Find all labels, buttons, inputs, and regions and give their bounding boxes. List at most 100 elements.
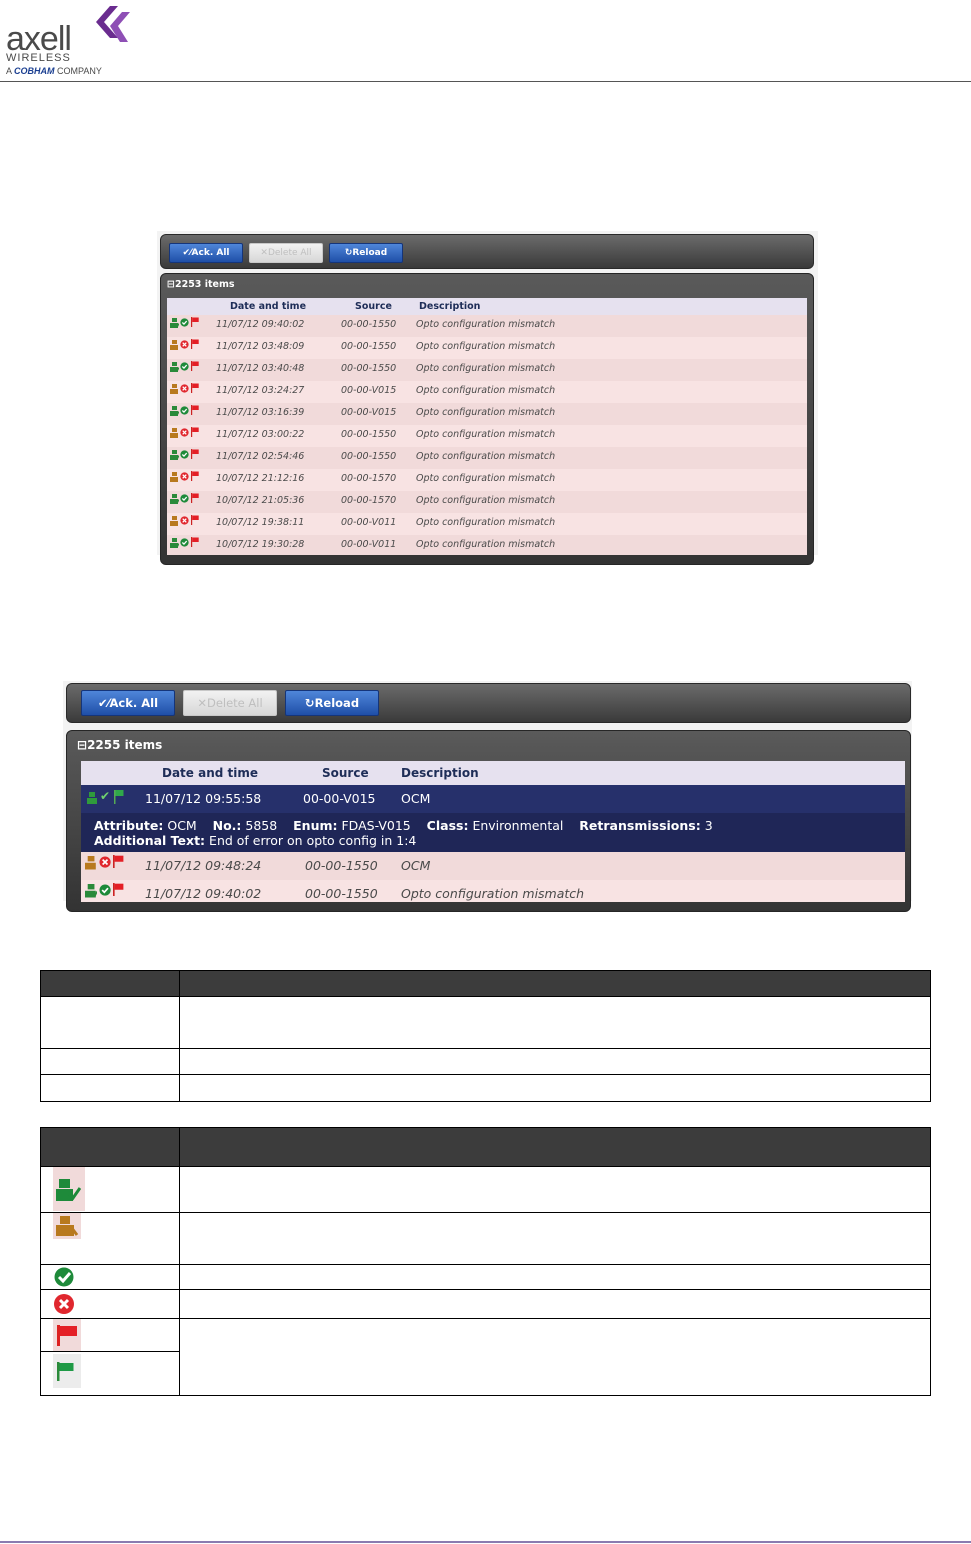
info-table-row [40, 1074, 931, 1102]
legend-icon-bg [53, 1319, 81, 1351]
icon-legend-table [40, 1127, 931, 1396]
check-circle-icon [54, 1267, 74, 1287]
alarm-panel-2: ⊟2255 items Date and time Source Descrip… [66, 730, 911, 912]
reload-button[interactable]: ↻Reload [329, 243, 403, 263]
row-date: 10/07/12 19:30:28 [216, 539, 305, 550]
col-date[interactable]: Date and time [230, 301, 306, 312]
ack-all-button-2[interactable]: ✔⁄Ack. All [81, 690, 175, 716]
alarm-rows-2: 11/07/12 09:48:24 00-00-1550 OCM 11/07/12 0… [81, 852, 905, 902]
x-circle-icon [180, 340, 189, 349]
ack-person-icon [170, 538, 179, 548]
col-source[interactable]: Source [355, 301, 392, 312]
check-circle-icon [180, 362, 189, 371]
row-description: Opto configuration mismatch [416, 451, 556, 462]
alarm-row[interactable]: 11/07/12 03:16:39 00-00-V015 Opto configur… [167, 403, 807, 425]
legend-icon-bg [53, 1167, 85, 1211]
unack-person-icon [170, 428, 178, 438]
ack-all-button[interactable]: ✔⁄Ack. All [169, 243, 243, 263]
ack-person-icon [87, 792, 97, 804]
row-date: 11/07/12 02:54:46 [216, 451, 305, 462]
row-description: Opto configuration mismatch [416, 429, 556, 440]
delete-all-button[interactable]: ✕Delete All [249, 243, 323, 263]
item-count-2: ⊟2255 items [77, 738, 163, 752]
check-icon: ✔ [100, 789, 111, 803]
selected-date: 11/07/12 09:55:58 [145, 791, 262, 806]
row-date: 11/07/12 09:48:24 [145, 858, 262, 873]
info-table [40, 970, 931, 1102]
ack-person-icon [170, 406, 179, 416]
check-circle-icon [180, 406, 189, 415]
row-source: 00-00-1550 [341, 429, 397, 440]
row-date: 11/07/12 03:40:48 [216, 363, 305, 374]
logo-subbrand: WIRELESS [6, 52, 71, 64]
red-flag-icon [191, 361, 199, 371]
alarm-row[interactable]: 11/07/12 03:40:48 00-00-1550 Opto configur… [167, 359, 807, 381]
info-table-header [40, 970, 931, 997]
col-description[interactable]: Description [419, 301, 480, 312]
page-header: axell WIRELESS A COBHAM COMPANY [0, 0, 971, 82]
check-circle-icon [180, 450, 189, 459]
green-flag-icon [57, 1362, 74, 1381]
alarm-row[interactable]: 11/07/12 03:24:27 00-00-V015 Opto configur… [167, 381, 807, 403]
red-flag-icon [191, 405, 199, 415]
ack-person-icon [170, 362, 179, 372]
row-source: 00-00-1550 [341, 363, 397, 374]
row-description: Opto configuration mismatch [416, 473, 556, 484]
ack-person-icon [170, 450, 179, 460]
red-flag-icon [113, 854, 124, 869]
info-header-cell-1 [40, 970, 180, 997]
red-flag-icon [57, 1325, 77, 1346]
selected-alarm-row[interactable]: ✔ 11/07/12 09:55:58 00-00-V015 OCM [81, 785, 905, 813]
alarm-rows: 11/07/12 09:40:02 00-00-1550 Opto configur… [167, 315, 807, 555]
alarm-row[interactable]: 11/07/12 09:40:02 00-00-1550 Opto configur… [81, 880, 905, 902]
unack-person-icon [56, 1216, 79, 1236]
unack-person-icon [170, 472, 178, 482]
info-table-row [40, 996, 931, 1049]
red-flag-icon [191, 383, 199, 393]
row-date: 10/07/12 19:38:11 [216, 517, 305, 528]
legend-icon-bg [53, 1213, 81, 1239]
row-date: 11/07/12 09:40:02 [145, 886, 262, 901]
alarm-panel: ⊟2253 items Date and time Source Descrip… [160, 273, 814, 565]
reload-button-2[interactable]: ↻Reload [285, 690, 379, 716]
col-description-2[interactable]: Description [401, 766, 479, 780]
legend-icon-bg [53, 1354, 81, 1388]
row-date: 11/07/12 03:48:09 [216, 341, 305, 352]
row-description: Opto configuration mismatch [416, 385, 556, 396]
red-flag-icon [191, 317, 199, 327]
column-header-row-2: Date and time Source Description [81, 761, 905, 785]
alarm-row[interactable]: 10/07/12 21:05:36 00-00-1570 Opto configur… [167, 491, 807, 513]
alarm-row[interactable]: 10/07/12 19:38:11 00-00-V011 Opto configur… [167, 513, 807, 535]
row-date: 11/07/12 03:16:39 [216, 407, 305, 418]
alarm-row[interactable]: 11/07/12 09:48:24 00-00-1550 OCM [81, 852, 905, 880]
alarm-row[interactable]: 10/07/12 21:12:16 00-00-1570 Opto configur… [167, 469, 807, 491]
col-date-2[interactable]: Date and time [162, 766, 258, 780]
red-flag-icon [191, 471, 199, 481]
row-source: 00-00-1550 [341, 319, 397, 330]
check-circle-icon [99, 884, 111, 896]
unack-person-icon [170, 516, 178, 526]
alarm-row[interactable]: 11/07/12 02:54:46 00-00-1550 Opto configur… [167, 447, 807, 469]
unack-person-icon [85, 856, 96, 870]
row-description: Opto configuration mismatch [416, 363, 556, 374]
alarm-row[interactable]: 11/07/12 03:00:22 00-00-1550 Opto configur… [167, 425, 807, 447]
legend-header-cell-2 [179, 1127, 931, 1167]
row-description: Opto configuration mismatch [416, 539, 556, 550]
legend-header-cell-1 [40, 1127, 180, 1167]
alarm-row[interactable]: 10/07/12 19:30:28 00-00-V011 Opto configur… [167, 535, 807, 555]
alarm-row[interactable]: 11/07/12 03:48:09 00-00-1550 Opto configur… [167, 337, 807, 359]
alarm-row[interactable]: 11/07/12 09:40:02 00-00-1550 Opto configur… [167, 315, 807, 337]
ack-person-icon [170, 494, 179, 504]
legend-row [40, 1264, 931, 1290]
row-date: 11/07/12 03:24:27 [216, 385, 305, 396]
col-source-2[interactable]: Source [322, 766, 369, 780]
row-description: OCM [401, 858, 431, 873]
x-circle-icon [180, 384, 189, 393]
row-source: 00-00-1550 [305, 858, 378, 873]
row-source: 00-00-1570 [341, 473, 397, 484]
ack-person-icon [56, 1179, 81, 1201]
logo-swoosh-icon [96, 6, 130, 42]
delete-all-button-2[interactable]: ✕Delete All [183, 690, 277, 716]
x-circle-icon [54, 1294, 74, 1314]
item-count: ⊟2253 items [167, 279, 235, 290]
